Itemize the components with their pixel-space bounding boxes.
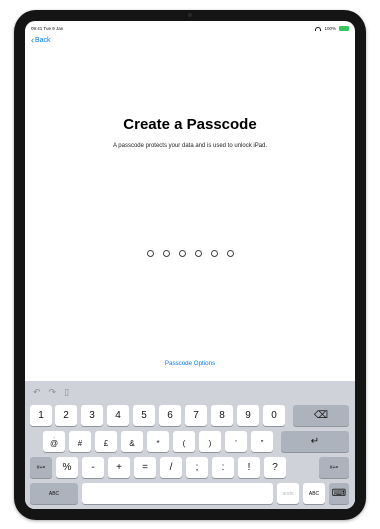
passcode-dot: [210, 250, 218, 257]
key-8[interactable]: 8: [211, 405, 233, 426]
abc-key-right[interactable]: ABC: [303, 483, 325, 504]
page-title: Create a Passcode: [123, 116, 257, 133]
redo-icon[interactable]: ↷: [49, 387, 57, 398]
key-9[interactable]: 9: [237, 405, 259, 426]
delete-key[interactable]: ⌫: [293, 405, 349, 426]
keyboard-icon: ⌨: [331, 488, 347, 499]
key-label: *: [156, 438, 160, 448]
key-label: #: [77, 438, 83, 448]
battery-percentage: 100%: [324, 26, 336, 31]
key-0[interactable]: 0: [263, 405, 285, 426]
ipad-frame: 09:41 Tue 9 Jan 100% ‹ Back Create a Pas…: [14, 10, 366, 520]
key-pound[interactable]: £: [95, 431, 117, 452]
key-question[interactable]: ?: [264, 457, 286, 478]
key-right-paren[interactable]: ): [199, 431, 221, 452]
chevron-left-icon: ‹: [31, 35, 34, 45]
key-label: @: [49, 438, 59, 448]
key-semicolon[interactable]: ;: [186, 457, 208, 478]
undo-key[interactable]: undo: [277, 483, 299, 504]
more-symbols-key-right[interactable]: #+=: [319, 457, 349, 478]
abc-key-left[interactable]: ABC: [30, 483, 78, 504]
keyboard-toolbar: ↶ ↷ ▯: [25, 381, 355, 403]
key-exclamation[interactable]: !: [238, 457, 260, 478]
delete-icon: ⌫: [313, 410, 329, 421]
status-right: 100%: [315, 26, 349, 31]
key-ampersand[interactable]: &: [121, 431, 143, 452]
passcode-dot: [226, 250, 234, 257]
key-hyphen[interactable]: -: [82, 457, 104, 478]
key-equals[interactable]: =: [134, 457, 156, 478]
key-3[interactable]: 3: [81, 405, 103, 426]
wifi-icon: [315, 26, 322, 31]
key-colon[interactable]: :: [212, 457, 234, 478]
passcode-dot: [178, 250, 186, 257]
passcode-options-link[interactable]: Passcode Options: [25, 360, 355, 367]
key-label: ": [260, 438, 264, 448]
key-left-paren[interactable]: (: [173, 431, 195, 452]
key-asterisk[interactable]: *: [147, 431, 169, 452]
key-at[interactable]: ! @: [43, 431, 65, 452]
key-percent[interactable]: %: [56, 457, 78, 478]
back-label: Back: [35, 37, 51, 44]
return-key[interactable]: ↵: [281, 431, 349, 452]
key-label: ': [235, 438, 237, 448]
key-label: £: [103, 438, 109, 448]
key-2[interactable]: 2: [55, 405, 77, 426]
key-1[interactable]: 1: [30, 405, 52, 426]
battery-icon: [339, 26, 349, 31]
key-7[interactable]: 7: [185, 405, 207, 426]
keyboard: ↶ ↷ ▯ 1 2 3 4 5 6 7 8 9 0 ⌫ ! @ # £ & * …: [25, 381, 355, 509]
key-5[interactable]: 5: [133, 405, 155, 426]
key-apostrophe[interactable]: ': [225, 431, 247, 452]
key-quote[interactable]: ": [251, 431, 273, 452]
keyboard-dismiss-key[interactable]: ⌨: [329, 483, 349, 504]
key-label: &: [129, 438, 135, 448]
key-label: (: [182, 438, 186, 448]
undo-icon[interactable]: ↶: [33, 387, 41, 398]
status-time-date: 09:41 Tue 9 Jan: [31, 26, 64, 31]
key-label: ): [208, 438, 212, 448]
status-bar: 09:41 Tue 9 Jan 100%: [31, 24, 349, 33]
key-6[interactable]: 6: [159, 405, 181, 426]
passcode-dot: [146, 250, 154, 257]
space-key[interactable]: [82, 483, 273, 504]
more-symbols-key-left[interactable]: #+=: [30, 457, 52, 478]
paste-icon[interactable]: ▯: [64, 387, 69, 398]
passcode-dot: [194, 250, 202, 257]
page-subtitle: A passcode protects your data and is use…: [112, 143, 268, 149]
key-4[interactable]: 4: [107, 405, 129, 426]
return-icon: ↵: [310, 436, 320, 447]
key-hash[interactable]: #: [69, 431, 91, 452]
passcode-dots: [25, 250, 355, 257]
key-slash[interactable]: /: [160, 457, 182, 478]
screen: 09:41 Tue 9 Jan 100% ‹ Back Create a Pas…: [25, 21, 355, 509]
passcode-dot: [162, 250, 170, 257]
back-button[interactable]: ‹ Back: [31, 36, 51, 45]
key-plus[interactable]: +: [108, 457, 130, 478]
front-camera: [188, 13, 192, 17]
